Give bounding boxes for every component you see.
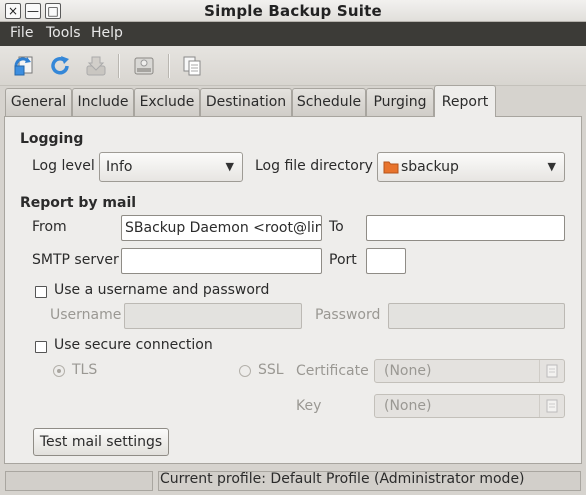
from-label: From [32, 219, 67, 235]
folder-icon [383, 161, 399, 174]
chevron-down-icon: ▼ [547, 160, 556, 173]
test-mail-settings-button[interactable]: Test mail settings [33, 428, 169, 456]
tab-purging[interactable]: Purging [366, 88, 434, 116]
tab-exclude[interactable]: Exclude [134, 88, 200, 116]
key-chooser[interactable]: (None) [374, 394, 565, 418]
menu-tools[interactable]: Tools [46, 25, 81, 41]
save-config-icon[interactable] [12, 54, 36, 78]
backup-download-icon[interactable] [84, 54, 108, 78]
log-level-combo[interactable]: Info ▼ [99, 152, 243, 182]
progress-area [5, 471, 153, 491]
from-input[interactable]: SBackup Daemon <root@linu [121, 215, 322, 241]
password-label: Password [315, 307, 381, 323]
report-by-mail-heading: Report by mail [20, 195, 137, 211]
status-bar: Current profile: Default Profile (Admini… [0, 467, 586, 495]
username-input[interactable] [124, 303, 302, 329]
smtp-server-label: SMTP server [32, 252, 119, 268]
chevron-down-icon: ▼ [225, 160, 234, 173]
tls-radio[interactable] [53, 365, 65, 377]
secure-connection-label[interactable]: Use secure connection [54, 337, 213, 353]
title-bar: × — □ Simple Backup Suite [0, 0, 586, 22]
tab-schedule[interactable]: Schedule [292, 88, 366, 116]
certificate-value: (None) [384, 363, 432, 379]
tab-include[interactable]: Include [72, 88, 134, 116]
key-label: Key [296, 398, 322, 414]
window-title: Simple Backup Suite [204, 2, 382, 20]
to-label: To [329, 219, 344, 235]
copy-icon[interactable] [180, 54, 204, 78]
secure-connection-checkbox[interactable] [35, 341, 47, 353]
auth-checkbox[interactable] [35, 286, 47, 298]
auth-checkbox-label[interactable]: Use a username and password [54, 282, 269, 298]
status-message: Current profile: Default Profile (Admini… [160, 471, 525, 487]
disk-icon[interactable] [132, 54, 156, 78]
file-icon [539, 395, 564, 417]
logging-heading: Logging [20, 131, 84, 147]
menu-help[interactable]: Help [91, 25, 123, 41]
ssl-label: SSL [258, 362, 284, 378]
toolbar-separator [118, 54, 120, 78]
tls-label: TLS [72, 362, 98, 378]
log-dir-combo[interactable]: sbackup ▼ [377, 152, 565, 182]
tab-report[interactable]: Report [434, 85, 496, 117]
smtp-server-input[interactable] [121, 248, 322, 274]
password-input[interactable] [388, 303, 565, 329]
toolbar-separator [168, 54, 170, 78]
toolbar [0, 46, 586, 86]
log-dir-label: Log file directory [255, 158, 373, 174]
certificate-label: Certificate [296, 363, 369, 379]
to-input[interactable] [366, 215, 565, 241]
port-input[interactable] [366, 248, 406, 274]
tab-destination[interactable]: Destination [200, 88, 292, 116]
port-label: Port [329, 252, 357, 268]
tab-general[interactable]: General [5, 88, 72, 116]
ssl-radio[interactable] [239, 365, 251, 377]
username-label: Username [50, 307, 122, 323]
log-level-value: Info [106, 159, 133, 175]
menu-file[interactable]: File [10, 25, 33, 41]
certificate-chooser[interactable]: (None) [374, 359, 565, 383]
file-icon [539, 360, 564, 382]
refresh-icon[interactable] [48, 54, 72, 78]
key-value: (None) [384, 398, 432, 414]
log-level-label: Log level [32, 158, 95, 174]
log-dir-value: sbackup [401, 159, 459, 175]
menu-bar: File Tools Help [0, 22, 586, 46]
